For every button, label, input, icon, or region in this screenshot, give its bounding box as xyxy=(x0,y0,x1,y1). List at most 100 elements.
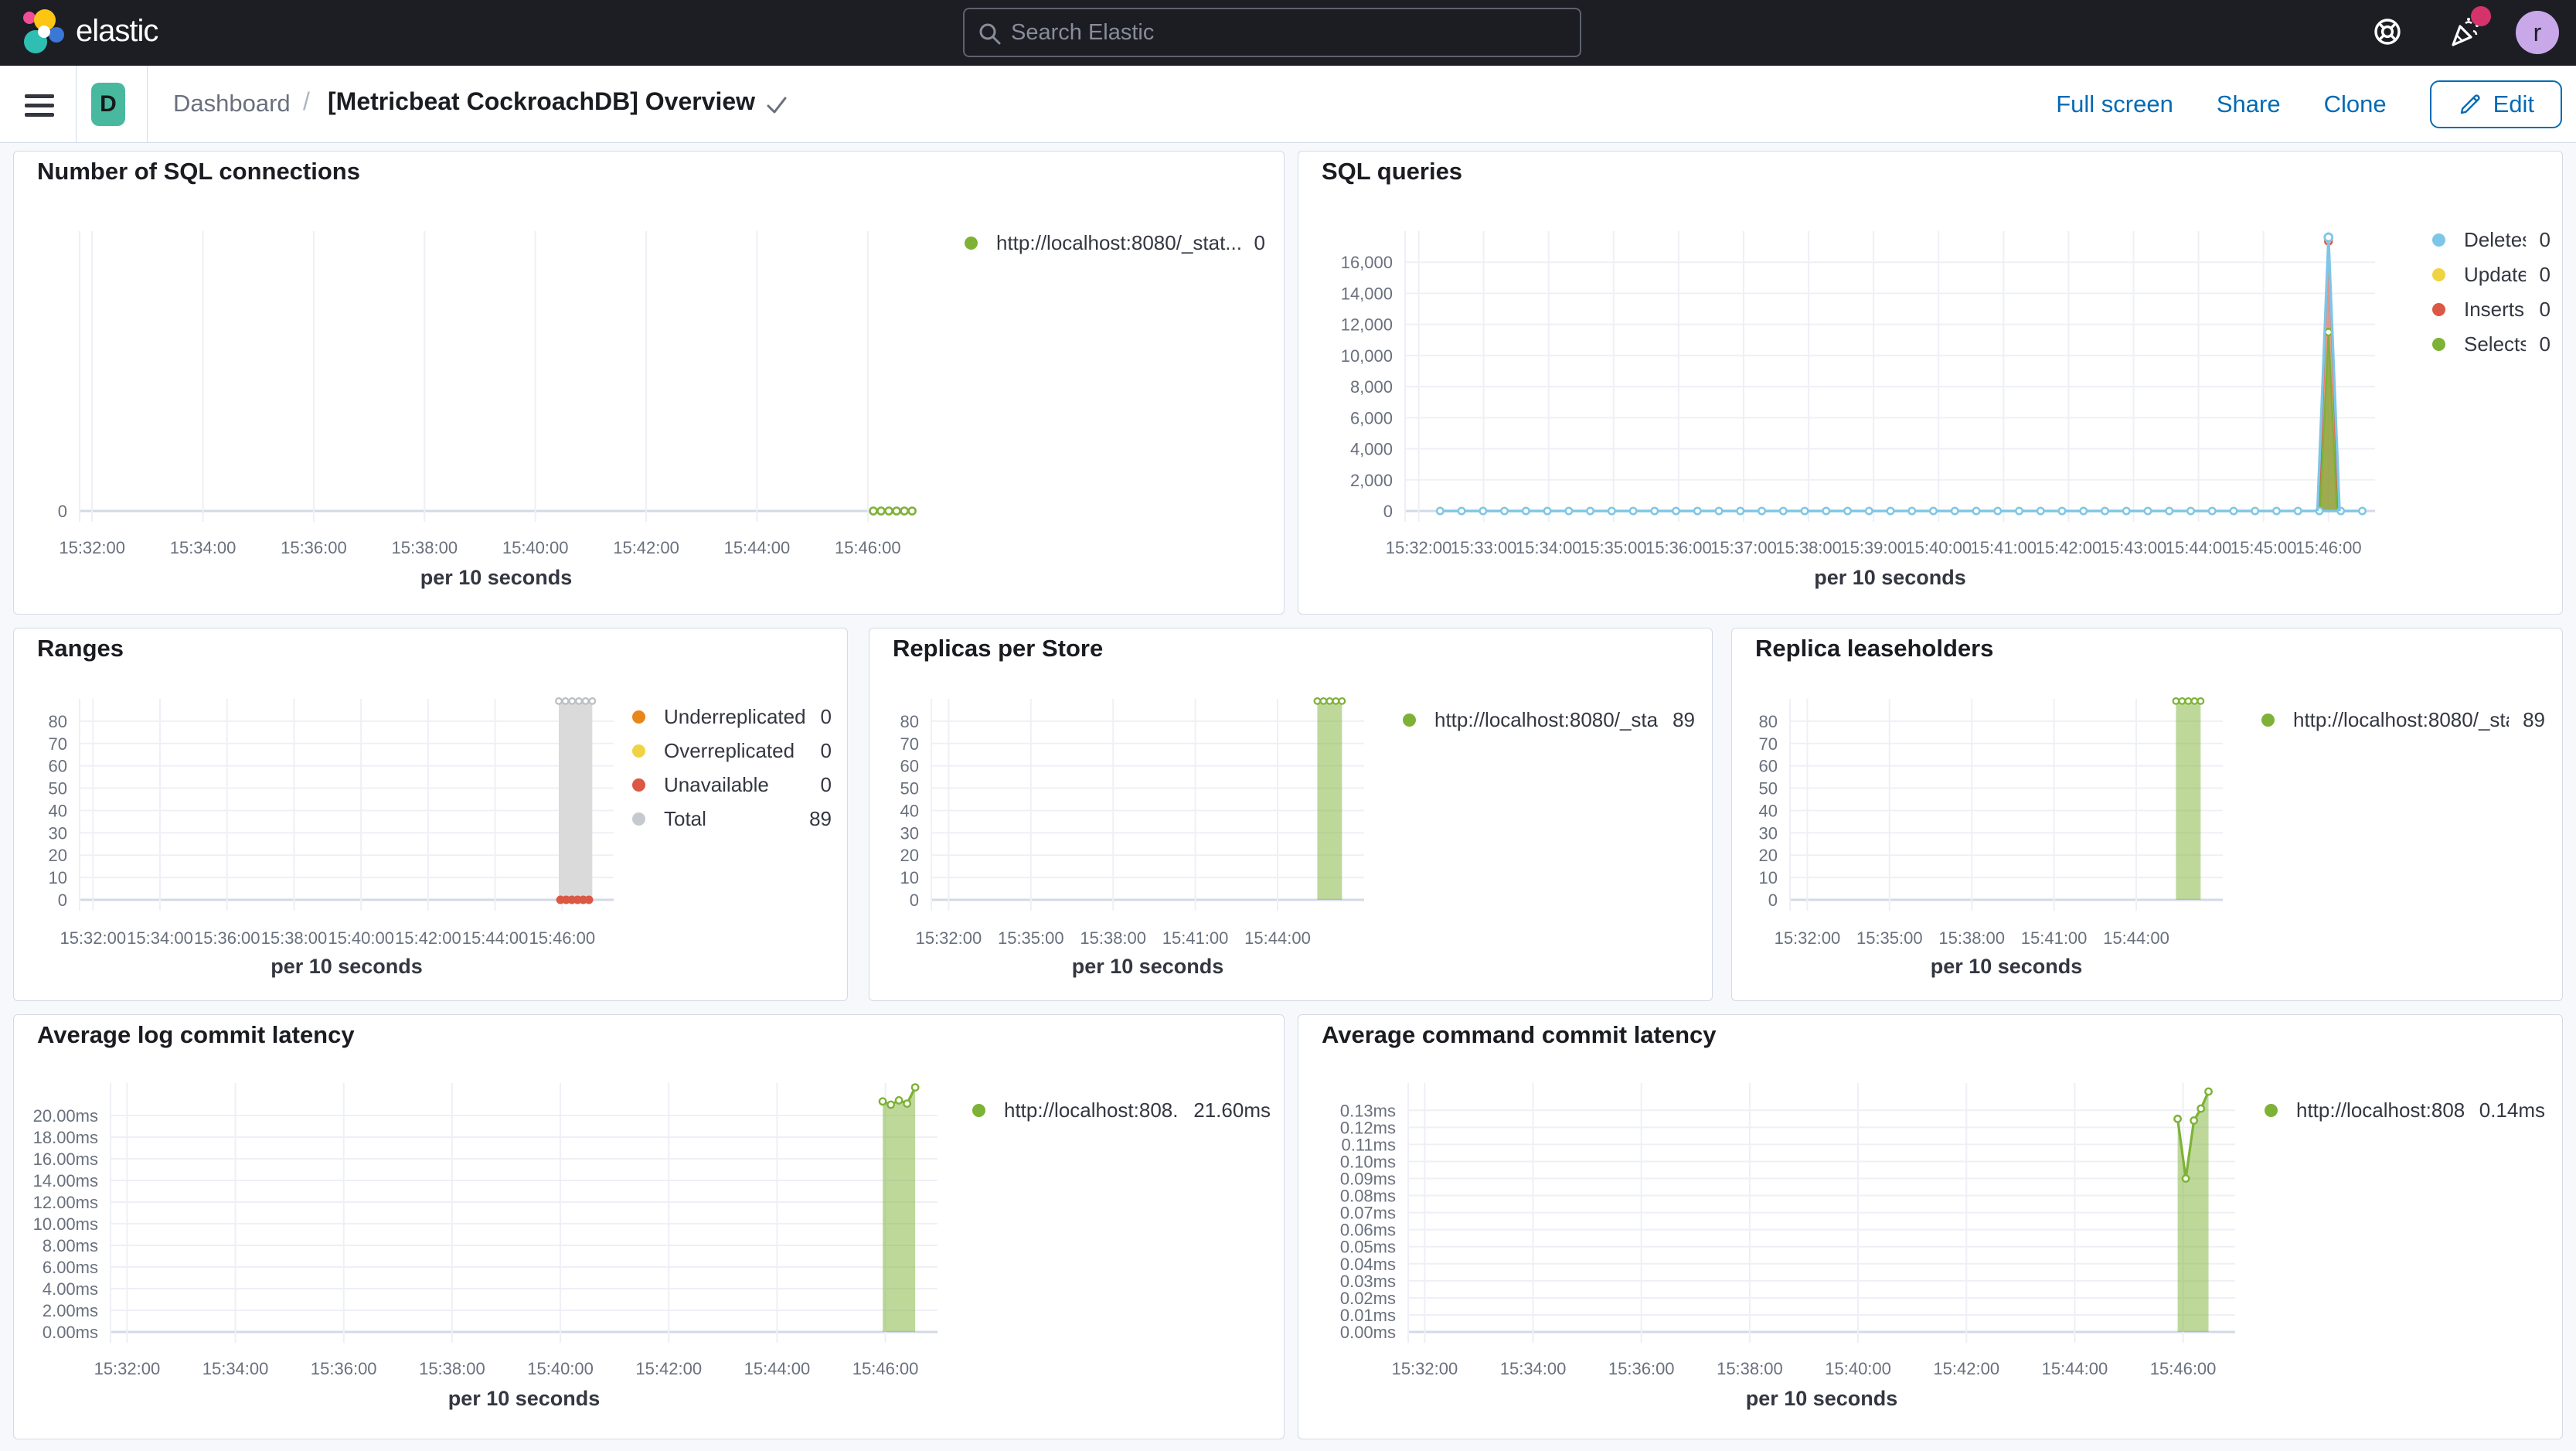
panel-replica-leaseholders: Replica leaseholders 15:32:00 15:35:00 15:… xyxy=(1731,628,2563,1001)
check-icon[interactable] xyxy=(765,94,788,117)
svg-text:14,000: 14,000 xyxy=(1341,284,1393,303)
svg-text:10,000: 10,000 xyxy=(1341,346,1393,366)
svg-text:10: 10 xyxy=(900,868,919,887)
legend-item: Selects 0 xyxy=(2432,330,2550,358)
svg-text:15:46:00: 15:46:00 xyxy=(2295,538,2362,557)
svg-text:per 10 seconds: per 10 seconds xyxy=(420,566,573,589)
notification-dot xyxy=(2471,6,2491,26)
svg-text:60: 60 xyxy=(1759,757,1778,776)
menu-button[interactable] xyxy=(20,84,60,124)
page-title: [Metricbeat CockroachDB] Overview xyxy=(328,87,756,115)
svg-text:18.00ms: 18.00ms xyxy=(33,1128,98,1147)
edit-button[interactable]: Edit xyxy=(2429,80,2562,128)
svg-text:15:36:00: 15:36:00 xyxy=(194,928,260,948)
dashboard-app-badge[interactable]: D xyxy=(91,83,125,126)
svg-text:15:35:00: 15:35:00 xyxy=(1581,538,1647,557)
full-screen-button[interactable]: Full screen xyxy=(2056,90,2173,118)
legend-item: http://localhost:808... 21.60ms xyxy=(972,1096,1271,1124)
svg-text:0.09ms: 0.09ms xyxy=(1340,1170,1396,1189)
series-color-dot xyxy=(965,236,978,250)
chart-canvas[interactable]: 15:32:00 15:34:00 15:36:00 15:38:00 15:40:00… xyxy=(14,152,1285,615)
svg-text:0: 0 xyxy=(58,891,67,910)
series-color-dot xyxy=(632,778,645,792)
svg-text:15:44:00: 15:44:00 xyxy=(744,1359,811,1378)
chart-canvas[interactable]: 15:32:00 15:34:00 15:36:00 15:38:00 15:40:00… xyxy=(1298,1015,2564,1440)
kibana-dashboard-app: elastic Search Elastic r D Dashboard / [… xyxy=(0,0,2576,1451)
svg-text:10: 10 xyxy=(1759,868,1778,887)
svg-text:15:44:00: 15:44:00 xyxy=(462,928,529,948)
svg-text:15:35:00: 15:35:00 xyxy=(1856,928,1923,948)
help-button[interactable] xyxy=(2366,11,2409,54)
svg-text:0.02ms: 0.02ms xyxy=(1340,1289,1396,1308)
svg-text:15:34:00: 15:34:00 xyxy=(1500,1359,1567,1378)
chart-canvas[interactable]: 15:32:00 15:35:00 15:38:00 15:41:00 15:44:00… xyxy=(1732,628,2564,1002)
svg-text:80: 80 xyxy=(1759,712,1778,731)
svg-text:0: 0 xyxy=(1383,502,1393,521)
legend-label: Inserts xyxy=(2464,297,2525,321)
series-color-dot xyxy=(2432,233,2445,247)
svg-text:15:38:00: 15:38:00 xyxy=(1938,928,2005,948)
series-color-dot xyxy=(2432,302,2445,316)
svg-text:30: 30 xyxy=(900,823,919,843)
series-color-dot xyxy=(972,1103,985,1117)
svg-text:15:32:00: 15:32:00 xyxy=(916,928,982,948)
svg-text:15:34:00: 15:34:00 xyxy=(170,538,237,557)
svg-text:15:42:00: 15:42:00 xyxy=(395,928,461,948)
user-avatar[interactable]: r xyxy=(2516,11,2559,54)
svg-text:50: 50 xyxy=(1759,779,1778,799)
breadcrumb-dashboard[interactable]: Dashboard xyxy=(168,89,295,118)
elastic-logo-icon[interactable] xyxy=(20,9,68,56)
svg-text:6.00ms: 6.00ms xyxy=(43,1258,98,1277)
svg-text:4.00ms: 4.00ms xyxy=(43,1279,98,1299)
chart-canvas[interactable]: 15:32:00 15:35:00 15:38:00 15:41:00 15:44:00… xyxy=(869,628,1713,1002)
panel-average-command-commit-latency: Average command commit latency 15:32:00 1… xyxy=(1298,1014,2563,1439)
legend-item: http://localhost:8080/_sta... 89 xyxy=(1403,706,1695,734)
legend-item: http://localhost:8080/_sta... 89 xyxy=(2261,706,2545,734)
legend-label: http://localhost:808... xyxy=(1004,1098,1180,1122)
search-input[interactable] xyxy=(1009,12,1569,53)
svg-text:80: 80 xyxy=(49,712,67,731)
svg-text:15:38:00: 15:38:00 xyxy=(1080,928,1146,948)
series-color-dot xyxy=(2265,1103,2278,1117)
svg-text:15:44:00: 15:44:00 xyxy=(2166,538,2232,557)
svg-text:50: 50 xyxy=(49,779,67,799)
divider xyxy=(76,66,77,143)
svg-text:4,000: 4,000 xyxy=(1350,440,1393,459)
series-color-dot xyxy=(632,744,645,758)
legend-label: Total xyxy=(664,806,706,830)
svg-text:per 10 seconds: per 10 seconds xyxy=(1931,955,2083,978)
svg-text:70: 70 xyxy=(49,734,67,754)
svg-text:40: 40 xyxy=(1759,801,1778,820)
panel-average-log-commit-latency: Average log commit latency 15:32:00 15:34… xyxy=(13,1014,1285,1439)
legend-value: 89 xyxy=(1673,707,1695,731)
search-icon xyxy=(979,23,1001,45)
svg-text:per 10 seconds: per 10 seconds xyxy=(1746,1387,1898,1410)
share-button[interactable]: Share xyxy=(2217,90,2281,118)
svg-text:60: 60 xyxy=(900,757,919,776)
svg-text:15:41:00: 15:41:00 xyxy=(1162,928,1229,948)
svg-text:50: 50 xyxy=(900,779,919,799)
legend-label: http://localhost:8080... xyxy=(2296,1098,2465,1122)
svg-text:per 10 seconds: per 10 seconds xyxy=(271,955,423,978)
svg-text:40: 40 xyxy=(900,801,919,820)
global-search[interactable] xyxy=(963,8,1581,57)
chart-canvas[interactable]: 15:32:0015:33:0015:34:0015:35:0015:36:00… xyxy=(1298,152,2564,615)
svg-text:0: 0 xyxy=(1768,891,1778,910)
svg-text:0: 0 xyxy=(58,502,67,521)
svg-text:15:44:00: 15:44:00 xyxy=(2042,1359,2108,1378)
svg-text:16,000: 16,000 xyxy=(1341,253,1393,272)
top-bar: elastic Search Elastic r xyxy=(0,0,2576,66)
chart-canvas[interactable]: 15:32:00 15:34:00 15:36:00 15:38:00 15:40:00… xyxy=(14,1015,1285,1440)
series-color-dot xyxy=(2261,713,2275,727)
svg-text:15:40:00: 15:40:00 xyxy=(527,1359,594,1378)
svg-text:15:38:00: 15:38:00 xyxy=(1717,1359,1783,1378)
newsfeed-button[interactable] xyxy=(2443,6,2491,54)
dashboard-header-bar: D Dashboard / [Metricbeat CockroachDB] O… xyxy=(0,66,2576,143)
svg-text:15:37:00: 15:37:00 xyxy=(1710,538,1777,557)
svg-text:0.00ms: 0.00ms xyxy=(1340,1323,1396,1342)
svg-text:10: 10 xyxy=(49,868,67,887)
legend-item: Deletes 0 xyxy=(2432,226,2550,254)
svg-text:15:40:00: 15:40:00 xyxy=(1905,538,1972,557)
legend-label: http://localhost:8080/_stat... xyxy=(996,230,1240,254)
clone-button[interactable]: Clone xyxy=(2324,90,2387,118)
